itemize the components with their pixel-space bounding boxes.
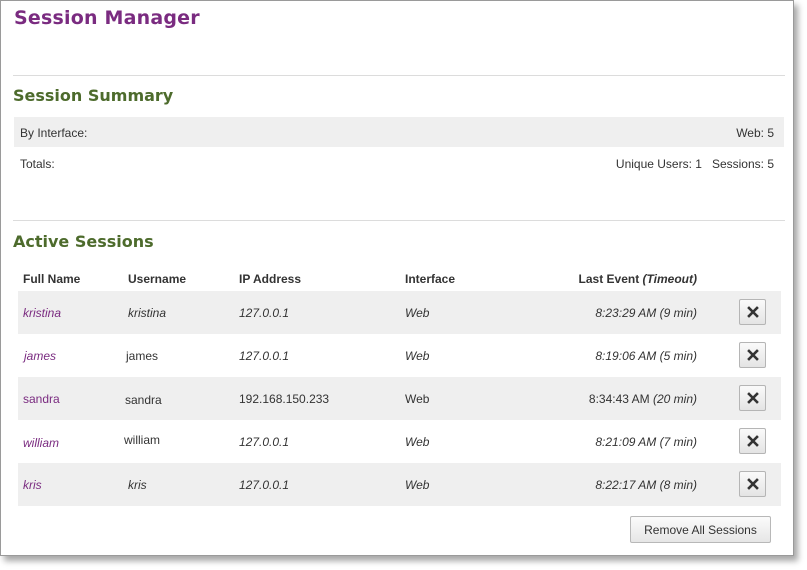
session-full-name-link[interactable]: james xyxy=(24,349,56,363)
close-icon xyxy=(746,478,759,490)
session-ip-address: 127.0.0.1 xyxy=(239,478,290,492)
table-row: james james 127.0.0.1 Web 8:19:06 AM (5 … xyxy=(18,334,781,377)
remove-session-button[interactable] xyxy=(739,385,766,411)
session-timeout: (20 min) xyxy=(652,392,697,406)
session-username: sandra xyxy=(125,393,162,407)
close-icon xyxy=(746,349,759,361)
session-last-event: 8:22:17 AM (8 min) xyxy=(595,478,697,492)
divider xyxy=(13,75,785,76)
session-interface: Web xyxy=(405,306,430,320)
session-timeout: (5 min) xyxy=(659,349,697,363)
by-interface-value: Web: 5 xyxy=(736,126,774,140)
column-header-full-name: Full Name xyxy=(23,272,81,286)
session-ip-address: 127.0.0.1 xyxy=(239,306,290,320)
session-full-name-link[interactable]: kris xyxy=(23,478,42,492)
column-header-last-event: Last Event (Timeout) xyxy=(579,272,697,286)
session-time: 8:22:17 AM xyxy=(595,478,657,492)
remove-all-sessions-button[interactable]: Remove All Sessions xyxy=(630,516,771,543)
close-icon xyxy=(746,306,759,318)
session-timeout: (8 min) xyxy=(659,478,697,492)
session-ip-address: 127.0.0.1 xyxy=(239,435,290,449)
session-time: 8:21:09 AM xyxy=(595,435,657,449)
session-last-event: 8:19:06 AM (5 min) xyxy=(595,349,697,363)
session-interface: Web xyxy=(405,435,430,449)
remove-session-button[interactable] xyxy=(739,342,766,368)
table-row: kristina kristina 127.0.0.1 Web 8:23:29 … xyxy=(18,291,781,334)
column-header-interface: Interface xyxy=(405,272,456,286)
session-time: 8:19:06 AM xyxy=(595,349,657,363)
divider xyxy=(13,220,785,221)
summary-row-totals: Totals: Unique Users: 1 Sessions: 5 xyxy=(14,148,784,178)
session-ip-address: 127.0.0.1 xyxy=(239,349,290,363)
session-time: 8:34:43 AM xyxy=(588,392,650,406)
column-header-ip-address: IP Address xyxy=(239,272,302,286)
session-ip-address: 192.168.150.233 xyxy=(239,392,330,406)
sessions-count: Sessions: 5 xyxy=(711,157,774,171)
remove-session-button[interactable] xyxy=(739,471,766,497)
active-sessions-table: Full Name Username IP Address Interface … xyxy=(18,265,781,506)
session-interface: Web xyxy=(405,478,430,492)
session-last-event: 8:21:09 AM (7 min) xyxy=(595,435,697,449)
remove-session-button[interactable] xyxy=(739,428,766,454)
session-full-name-link[interactable]: sandra xyxy=(23,392,60,406)
session-last-event: 8:23:29 AM (9 min) xyxy=(595,306,697,320)
active-sessions-title: Active Sessions xyxy=(13,232,154,251)
table-row: kris kris 127.0.0.1 Web 8:22:17 AM (8 mi… xyxy=(18,463,781,506)
session-timeout: (7 min) xyxy=(659,435,697,449)
session-full-name-link[interactable]: william xyxy=(23,436,59,450)
session-summary-title: Session Summary xyxy=(13,86,174,105)
close-icon xyxy=(746,392,759,404)
unique-users-count: Unique Users: 1 xyxy=(615,157,702,171)
last-event-label: Last Event xyxy=(578,272,640,286)
session-timeout: (9 min) xyxy=(659,306,697,320)
table-row: william william 127.0.0.1 Web 8:21:09 AM… xyxy=(18,420,781,463)
close-icon xyxy=(746,435,759,447)
summary-row-by-interface: By Interface: Web: 5 xyxy=(14,117,784,147)
session-username: william xyxy=(124,433,160,447)
totals-values: Unique Users: 1 Sessions: 5 xyxy=(616,157,774,171)
timeout-label: (Timeout) xyxy=(642,272,697,286)
session-full-name-link[interactable]: kristina xyxy=(23,306,61,320)
session-username: kris xyxy=(128,478,147,492)
session-manager-window: Session Manager Session Summary By Inter… xyxy=(0,0,794,556)
table-row: sandra sandra 192.168.150.233 Web 8:34:4… xyxy=(18,377,781,420)
remove-session-button[interactable] xyxy=(739,299,766,325)
totals-label: Totals: xyxy=(20,157,55,171)
column-header-username: Username xyxy=(128,272,187,286)
by-interface-label: By Interface: xyxy=(20,126,88,140)
page-title: Session Manager xyxy=(14,7,200,29)
session-time: 8:23:29 AM xyxy=(595,306,657,320)
session-last-event: 8:34:43 AM (20 min) xyxy=(589,392,697,406)
session-interface: Web xyxy=(405,392,430,406)
table-header: Full Name Username IP Address Interface … xyxy=(18,265,781,291)
session-interface: Web xyxy=(405,349,430,363)
session-username: james xyxy=(126,349,159,363)
session-username: kristina xyxy=(128,306,167,320)
